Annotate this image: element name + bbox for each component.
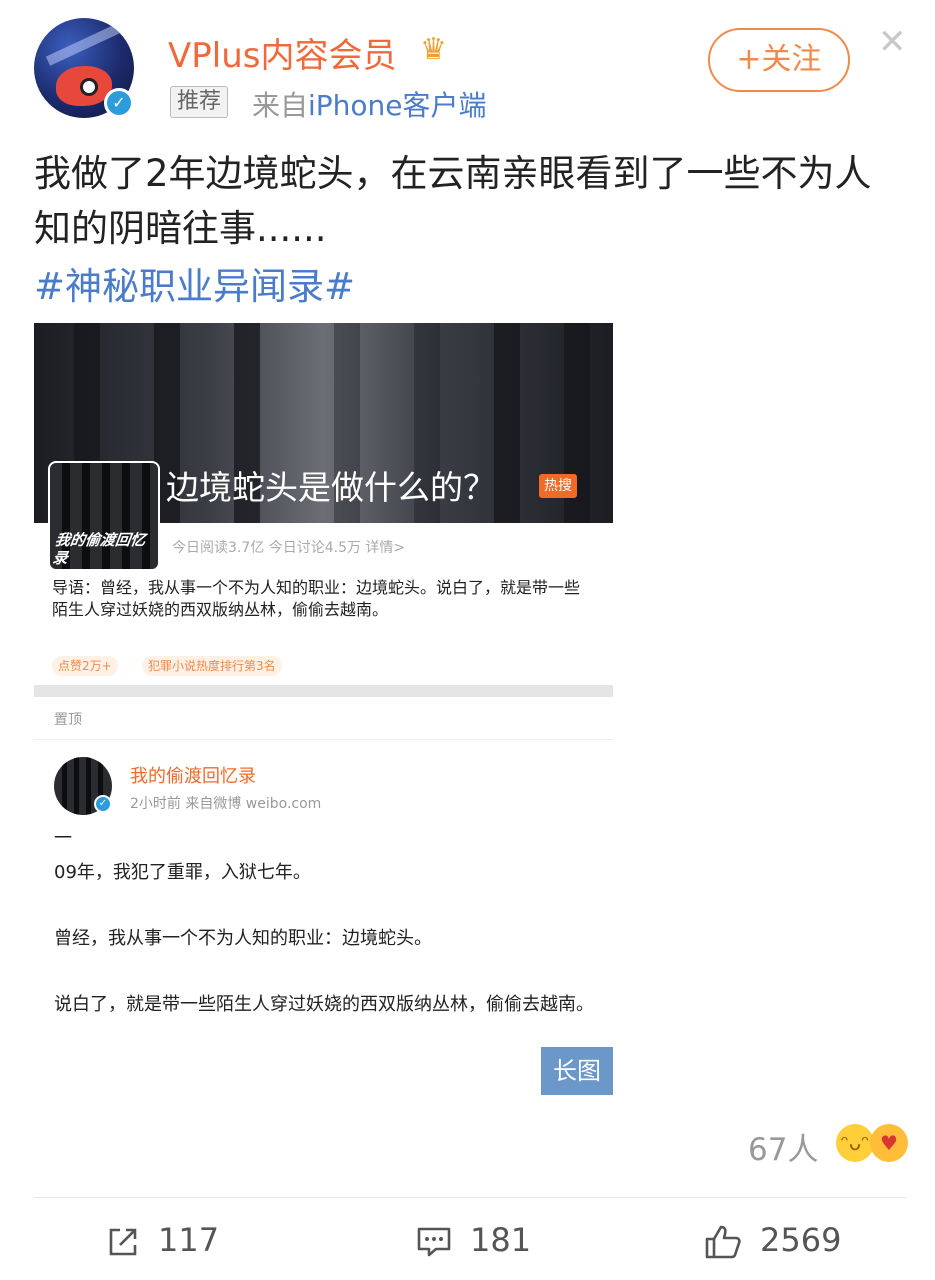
crown-icon: ♛ — [420, 32, 447, 67]
comment-count: 181 — [470, 1221, 532, 1259]
repost-button[interactable]: 117 — [106, 1216, 219, 1264]
long-image-badge: 长图 — [541, 1047, 613, 1095]
reaction-count[interactable]: 67人 — [748, 1124, 818, 1169]
repost-icon — [109, 1228, 137, 1256]
embedded-meta: 2小时前 来自微博 weibo.com — [130, 796, 322, 812]
hot-badge: 热搜 — [539, 474, 577, 498]
lead-text: 导语：曾经，我从事一个不为人知的职业：边境蛇头。说白了，就是带一些陌生人穿过妖娆… — [52, 578, 581, 619]
comment-button[interactable]: 181 — [416, 1216, 531, 1264]
divider — [34, 1197, 906, 1198]
likes-pill: 点赞2万+ — [52, 656, 118, 676]
topic-stats: 今日阅读3.7亿 今日讨论4.5万 详情> — [172, 540, 406, 556]
recommend-tag: 推荐 — [170, 86, 229, 118]
repost-count: 117 — [158, 1221, 220, 1259]
paragraph: 说白了，就是带一些陌生人穿过妖娆的西双版纳丛林，偷偷去越南。 — [54, 994, 594, 1015]
thumbnail-text: 我的偷渡回忆录 — [51, 531, 147, 567]
like-count: 2569 — [760, 1221, 842, 1259]
comment-icon — [417, 1227, 451, 1257]
love-emoji-icon: ♥ — [870, 1124, 908, 1162]
post-text: 我做了2年边境蛇头，在云南亲眼看到了一些不为人知的阴暗往事...... — [34, 152, 872, 250]
embedded-long-image[interactable]: 边境蛇头是做什么的？ 热搜 我的偷渡回忆录 今日阅读3.7亿 今日讨论4.5万 … — [34, 323, 613, 1095]
divider — [34, 739, 613, 740]
pinned-label: 置顶 — [54, 712, 82, 728]
embedded-author: 我的偷渡回忆录 — [130, 766, 256, 787]
close-icon[interactable]: ✕ — [878, 22, 907, 62]
verified-icon: ✓ — [94, 795, 112, 813]
paragraph: 曾经，我从事一个不为人知的职业：边境蛇头。 — [54, 928, 432, 949]
banner-title: 边境蛇头是做什么的？ — [166, 468, 496, 507]
like-button[interactable]: 2569 — [704, 1216, 841, 1264]
post-source: 来自iPhone客户端 — [252, 84, 487, 124]
divider — [34, 685, 613, 697]
thumbs-up-icon — [705, 1225, 741, 1259]
paragraph: 09年，我犯了重罪，入狱七年。 — [54, 862, 311, 883]
topic-thumbnail: 我的偷渡回忆录 — [48, 461, 160, 571]
laugh-emoji-icon: ᵔᴗᵔ — [836, 1124, 874, 1162]
paragraph: 一 — [54, 828, 72, 849]
source-client[interactable]: iPhone客户端 — [308, 89, 487, 122]
follow-button[interactable]: +关注 — [708, 28, 850, 92]
ranking-pill: 犯罪小说热度排行第3名 — [142, 656, 282, 676]
source-prefix: 来自 — [252, 89, 309, 122]
verified-icon: ✓ — [104, 88, 134, 118]
username[interactable]: VPlus内容会员 — [168, 28, 396, 77]
hashtag-link[interactable]: #神秘职业异闻录# — [34, 256, 355, 310]
